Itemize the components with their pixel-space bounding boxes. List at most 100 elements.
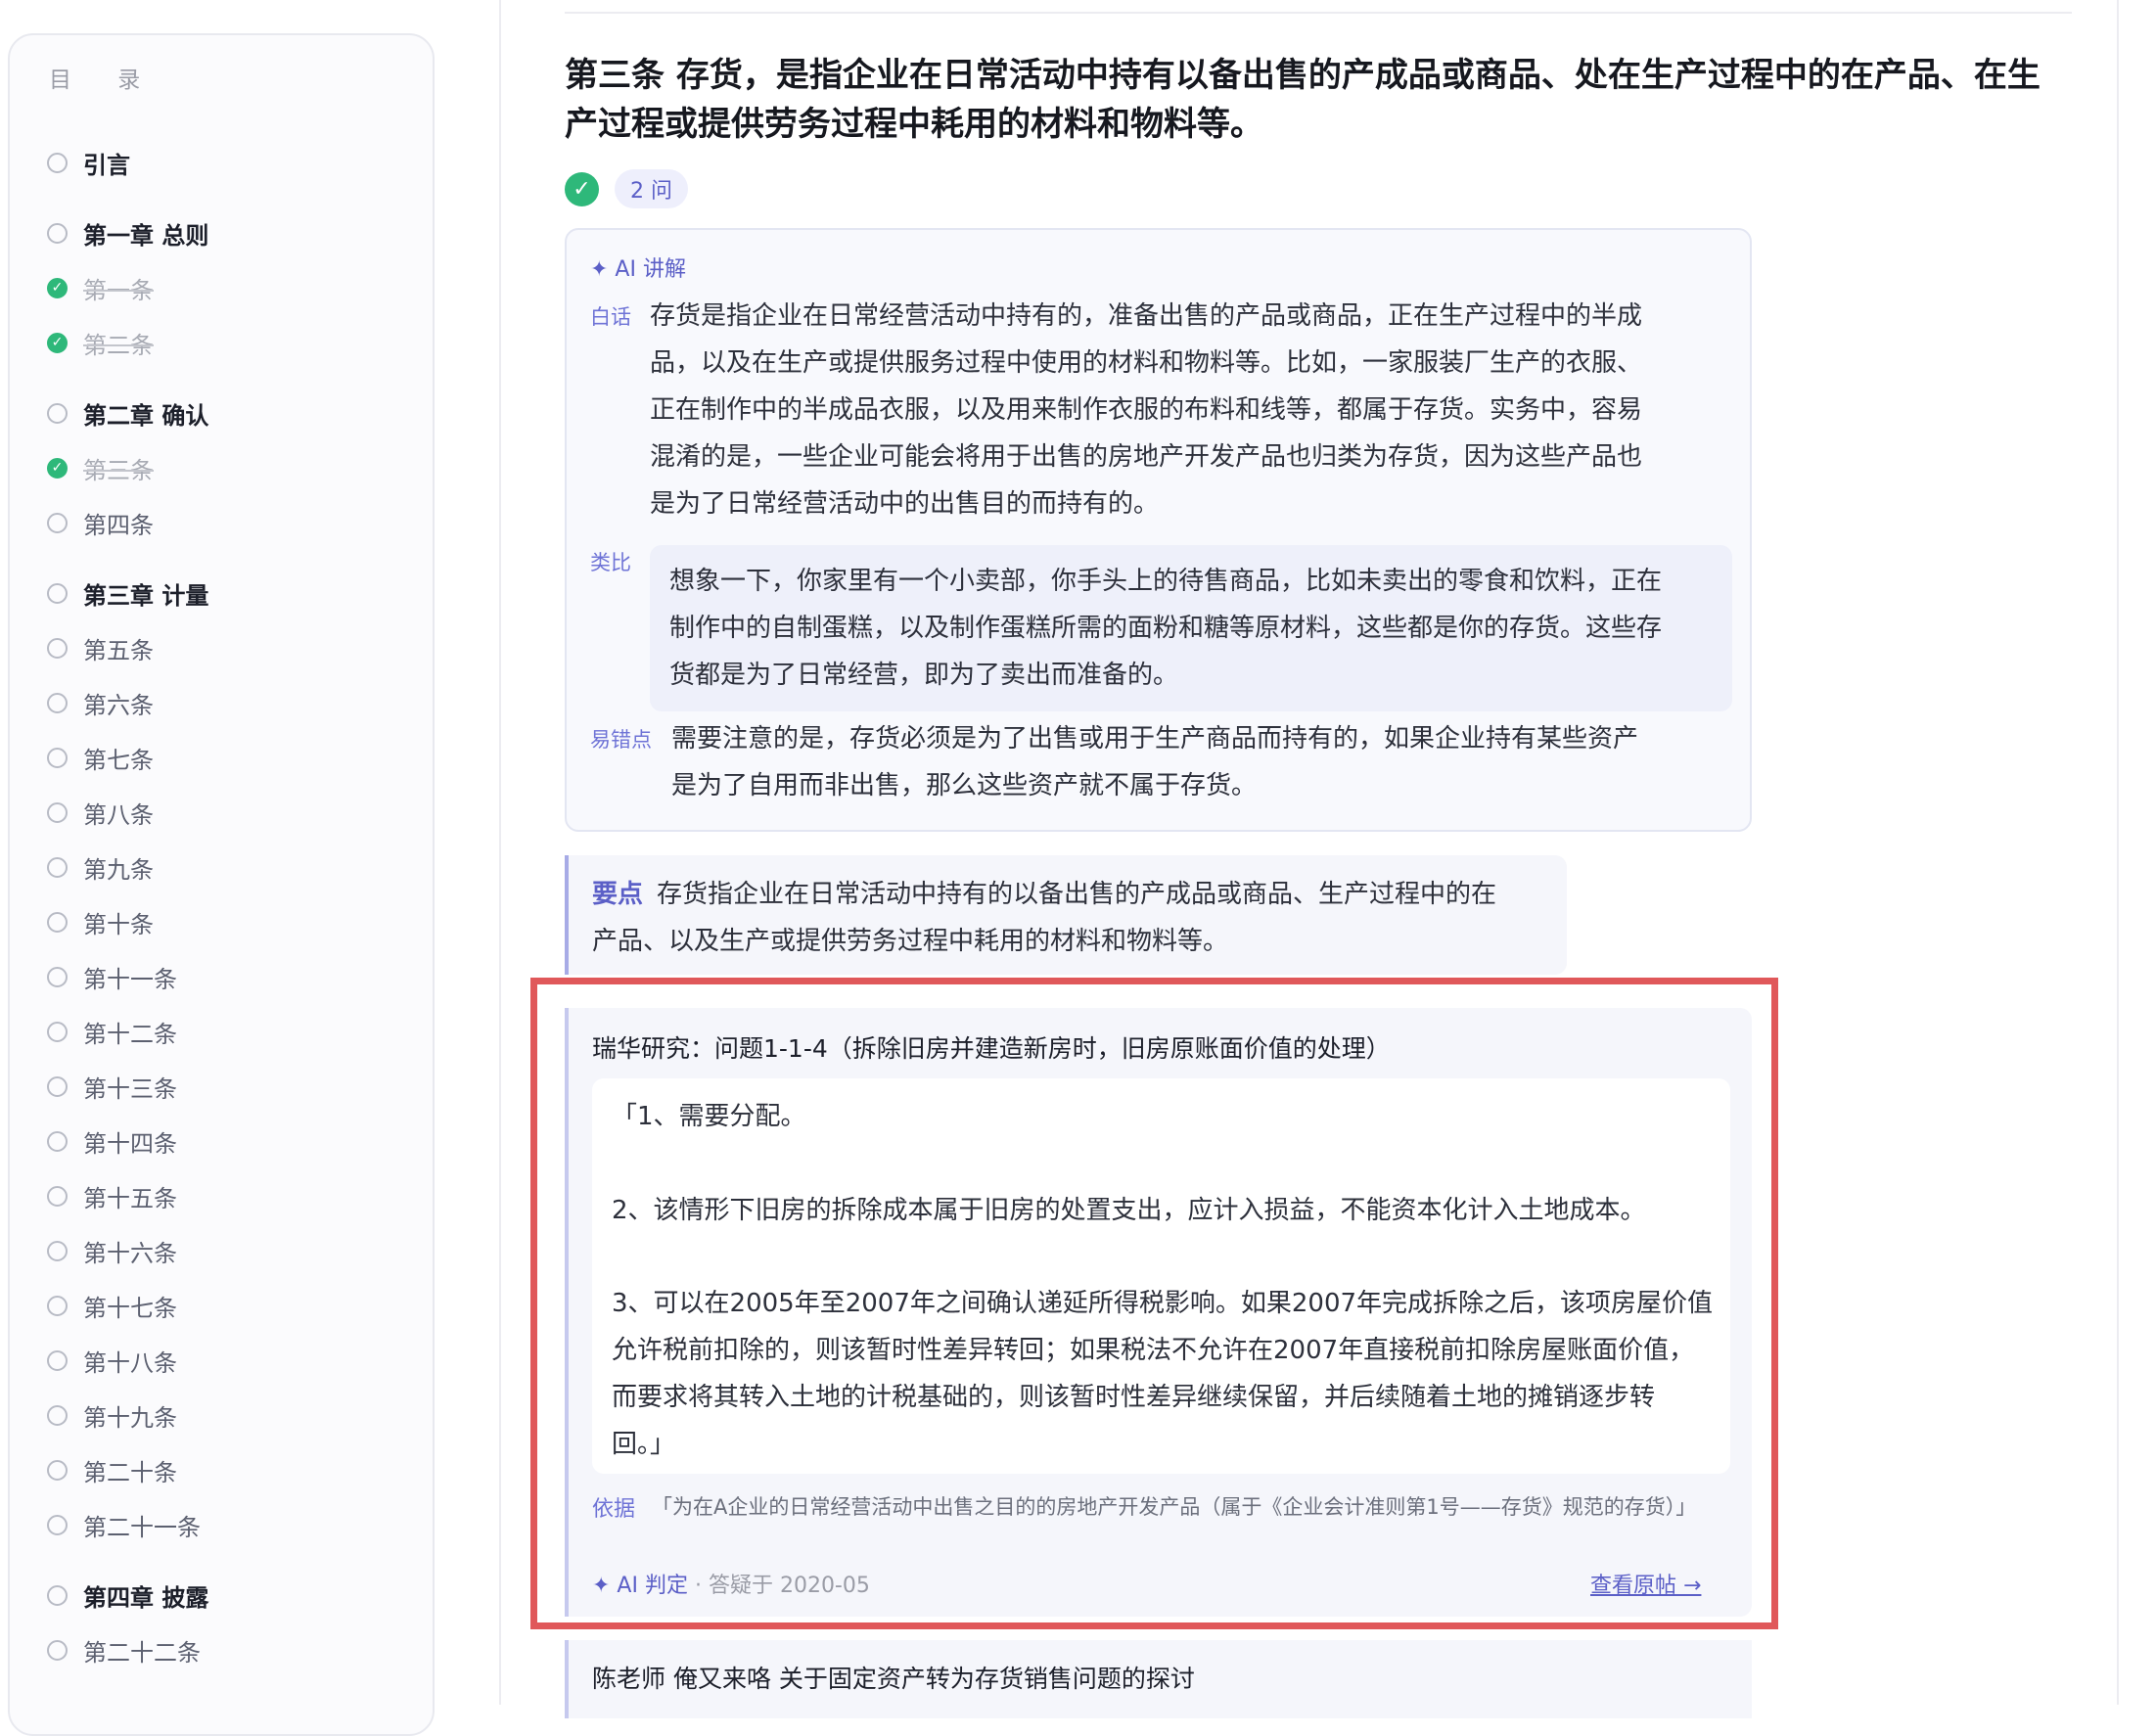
key-point-line: 存货指企业在日常活动中持有的以备出售的产成品或商品、生产过程中的在 — [657, 880, 1497, 909]
pitfall-label: 易错点 — [590, 728, 652, 752]
toc-item-label: 第十三条 — [83, 1074, 177, 1103]
qa-title: 瑞华研究：问题1-1-4（拆除旧房并建造新房时，旧房原账面价值的处理） — [592, 1034, 1391, 1063]
toc-title: 目 录 — [49, 68, 160, 93]
toc-item[interactable]: 第九条 — [47, 840, 208, 894]
circle-icon — [47, 1240, 68, 1261]
toc-item[interactable]: ✓ 第三条 — [47, 440, 208, 495]
toc-item-label: 第十一条 — [83, 965, 177, 993]
plain-line: 是为了日常经营活动中的出售目的而持有的。 — [650, 489, 1160, 519]
toc-item[interactable]: 第十九条 — [47, 1388, 208, 1442]
article-status-row: ✓ 2 问 — [565, 169, 688, 208]
toc-item-label: 第十四条 — [83, 1129, 177, 1158]
circle-icon — [47, 1021, 68, 1042]
toc-item[interactable]: 第十五条 — [47, 1168, 208, 1223]
analogy-box: 想象一下，你家里有一个小卖部，你手头上的待售商品，比如未卖出的零食和饮料，正在 … — [650, 545, 1732, 711]
toc-item-label: 第五条 — [83, 636, 154, 664]
toc-item[interactable]: 第二十二条 — [47, 1622, 208, 1677]
toc-item-label: 第一条 — [83, 276, 154, 304]
toc-item[interactable]: 第五条 — [47, 620, 208, 675]
toc-item-label: 第四条 — [83, 511, 154, 539]
toc-item[interactable]: ✓ 第一条 — [47, 260, 208, 315]
next-qa-title: 陈老师 俺又来咯 关于固定资产转为存货销售问题的探讨 — [592, 1665, 1195, 1693]
toc-item-label: 第二十二条 — [83, 1638, 201, 1667]
plain-text: 存货是指企业在日常经营活动中持有的，准备出售的产品或商品，正在生产过程中的半成 … — [650, 293, 1736, 527]
toc-item-label: 第六条 — [83, 691, 154, 719]
ai-explain-header: ✦ AI 讲解 — [590, 257, 686, 282]
toc-item[interactable]: ✓ 第二条 — [47, 315, 208, 370]
toc-item-label: 第二章 确认 — [83, 401, 209, 430]
toc-item-label: 第十五条 — [83, 1184, 177, 1212]
circle-icon — [47, 1130, 68, 1152]
basis-text: 「为在A企业的日常经营活动中出售之目的的房地产开发产品（属于《企业会计准则第1号… — [652, 1495, 1697, 1519]
check-icon: ✓ — [565, 171, 599, 206]
circle-icon — [47, 1404, 68, 1426]
circle-icon — [47, 1295, 68, 1316]
circle-icon — [47, 222, 68, 244]
circle-icon — [47, 1185, 68, 1207]
toc-item-label: 第二十一条 — [83, 1513, 201, 1541]
pitfall-line: 需要注意的是，存货必须是为了出售或用于生产商品而持有的，如果企业持有某些资产 — [671, 724, 1639, 754]
qa-quote-line: 3、可以在2005年至2007年之间确认递延所得税影响。如果2007年完成拆除之… — [612, 1289, 1714, 1318]
key-point-text: 要点 存货指企业在日常活动中持有的以备出售的产成品或商品、生产过程中的在 产品、以… — [592, 871, 1551, 965]
toc-item[interactable]: 第二十一条 — [47, 1497, 208, 1552]
plain-line: 存货是指企业在日常经营活动中持有的，准备出售的产品或商品，正在生产过程中的半成 — [650, 301, 1643, 331]
toc-item[interactable]: 第二十条 — [47, 1442, 208, 1497]
view-original-link[interactable]: 查看原帖 → — [1590, 1568, 1701, 1599]
toc-item-label: 第二条 — [83, 331, 154, 359]
toc-sidebar: 目 录 引言 第一章 总则 ✓ 第一条 ✓ 第二条 第二章 确认 ✓ 第三条 第四条 第三章 计量第… — [8, 33, 435, 1736]
next-qa-card: 陈老师 俺又来咯 关于固定资产转为存货销售问题的探讨 — [565, 1640, 1752, 1718]
analogy-line: 想象一下，你家里有一个小卖部，你手头上的待售商品，比如未卖出的零食和饮料，正在 — [669, 567, 1663, 596]
toc-item-label: 第七条 — [83, 746, 154, 774]
toc-item[interactable]: 第八条 — [47, 785, 208, 840]
key-point-line: 产品、以及生产或提供劳务过程中耗用的材料和物料等。 — [592, 927, 1229, 956]
plain-label: 白话 — [590, 305, 631, 329]
toc-item[interactable]: 第七条 — [47, 730, 208, 785]
toc-item[interactable]: 第十四条 — [47, 1114, 208, 1168]
toc-item[interactable]: 引言 — [47, 135, 208, 190]
toc-item[interactable]: 第十三条 — [47, 1059, 208, 1114]
check-icon: ✓ — [47, 277, 68, 298]
key-point-card: 要点 存货指企业在日常活动中持有的以备出售的产成品或商品、生产过程中的在 产品、以… — [565, 855, 1567, 975]
toc-item-label: 第十六条 — [83, 1239, 177, 1267]
pitfall-text: 需要注意的是，存货必须是为了出售或用于生产商品而持有的，如果企业持有某些资产 是… — [671, 715, 1738, 809]
toc-item[interactable]: 第十一条 — [47, 949, 208, 1004]
toc-item[interactable]: 第四条 — [47, 495, 208, 550]
toc-item[interactable]: 第十七条 — [47, 1278, 208, 1333]
basis-label: 依据 — [592, 1497, 636, 1522]
qa-quote-line: 2、该情形下旧房的拆除成本属于旧房的处置支出，应计入损益，不能资本化计入土地成本… — [612, 1196, 1646, 1225]
toc-item-label: 第十条 — [83, 910, 154, 938]
circle-icon — [47, 911, 68, 933]
question-count-badge[interactable]: 2 问 — [615, 169, 688, 208]
content-right-divider — [2117, 0, 2119, 1705]
toc-item-label: 第三章 计量 — [83, 581, 209, 610]
toc-item[interactable]: 第十条 — [47, 894, 208, 949]
qa-quote-line: 而要求将其转入土地的计税基础的，则该暂时性差异继续保留，并后续随着土地的摊销逐步… — [612, 1383, 1656, 1412]
circle-icon — [47, 1639, 68, 1661]
circle-icon — [47, 856, 68, 878]
ai-explain-card: ✦ AI 讲解 白话 存货是指企业在日常经营活动中持有的，准备出售的产品或商品，… — [565, 228, 1752, 832]
ai-judge-tag: ✦ AI 判定 — [592, 1574, 688, 1598]
toc-item[interactable]: 第十八条 — [47, 1333, 208, 1388]
toc-item[interactable]: 第一章 总则 — [47, 206, 208, 260]
toc-item-label: 第十七条 — [83, 1294, 177, 1322]
toc-item[interactable]: 第六条 — [47, 675, 208, 730]
toc-item[interactable]: 第十二条 — [47, 1004, 208, 1059]
toc-item-label: 第一章 总则 — [83, 221, 209, 250]
qa-card: 瑞华研究：问题1-1-4（拆除旧房并建造新房时，旧房原账面价值的处理） 「1、需… — [565, 1008, 1752, 1617]
circle-icon — [47, 637, 68, 659]
pitfall-line: 是为了自用而非出售，那么这些资产就不属于存货。 — [671, 771, 1258, 800]
toc-item-label: 第三条 — [83, 456, 154, 484]
toc-item[interactable]: 第十六条 — [47, 1223, 208, 1278]
circle-icon — [47, 1584, 68, 1606]
toc-item[interactable]: 第四章 披露 — [47, 1568, 208, 1622]
analogy-label: 类比 — [590, 551, 631, 574]
circle-icon — [47, 402, 68, 424]
circle-icon — [47, 747, 68, 768]
article-title: 第三条 存货，是指企业在日常活动中持有以备出售的产成品或商品、处在生产过程中的在… — [565, 56, 2040, 144]
key-point-label: 要点 — [592, 880, 644, 909]
toc-item[interactable]: 第二章 确认 — [47, 386, 208, 440]
circle-icon — [47, 582, 68, 604]
qa-quote-line: 「1、需要分配。 — [612, 1102, 806, 1131]
toc-item[interactable]: 第三章 计量 — [47, 566, 208, 620]
toc-item-label: 第九条 — [83, 855, 154, 884]
